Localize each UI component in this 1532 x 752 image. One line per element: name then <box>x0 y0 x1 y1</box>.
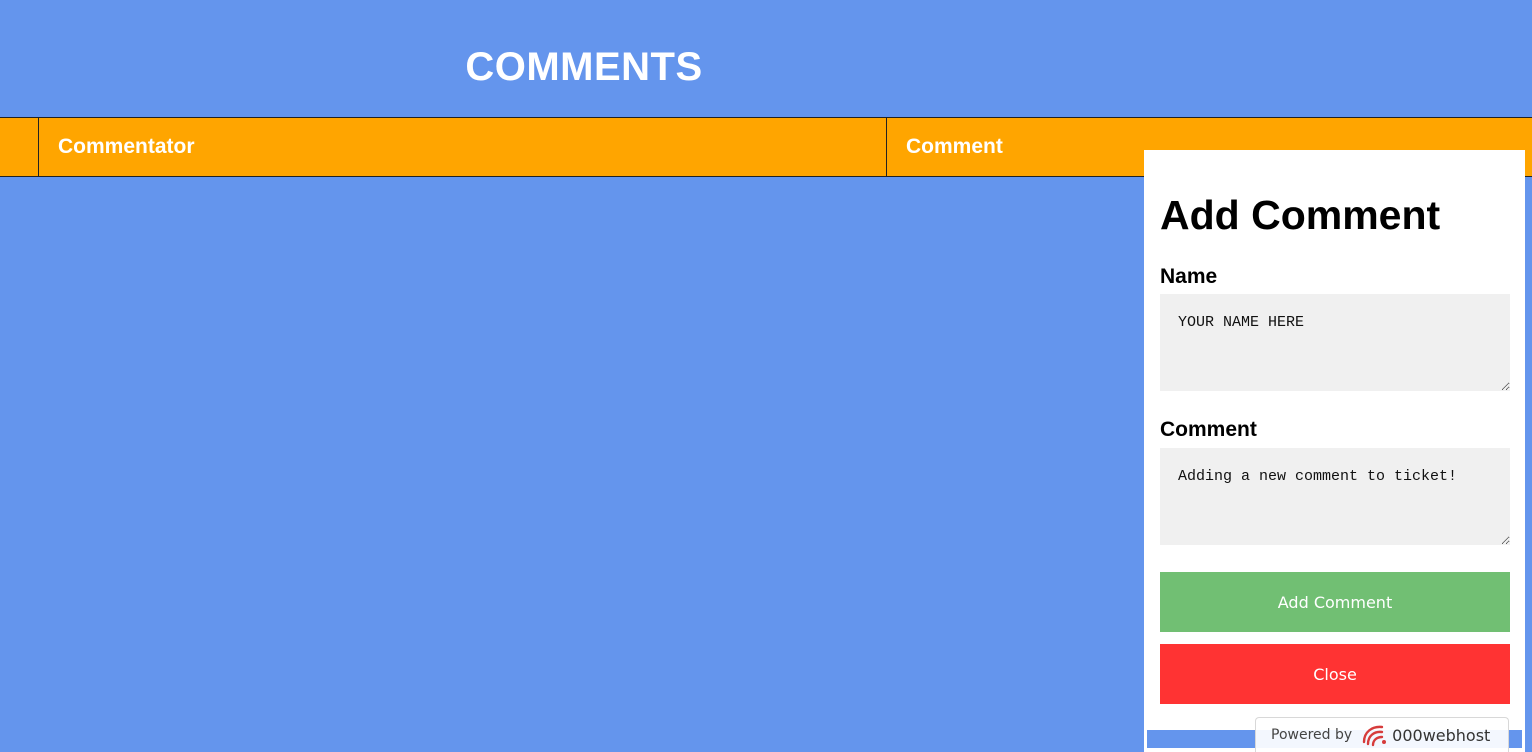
comment-label: Comment <box>1160 418 1257 441</box>
000webhost-brand: 000webhost <box>1392 725 1491 745</box>
comments-page: COMMENTS Commentator Comment Add Comment… <box>0 0 1532 752</box>
header-cell-index <box>0 118 39 176</box>
name-label: Name <box>1160 265 1218 288</box>
close-button[interactable]: Close <box>1160 644 1510 704</box>
add-comment-button[interactable]: Add Comment <box>1160 572 1510 632</box>
powered-by-label: Powered by <box>1271 727 1353 743</box>
page-title: COMMENTS <box>465 45 703 89</box>
add-comment-modal: Add Comment Name YOUR NAME HERE Comment … <box>1144 150 1525 752</box>
powered-by-badge[interactable]: Powered by 000webhost <box>1255 717 1509 752</box>
comment-field[interactable]: Adding a new comment to ticket! <box>1160 448 1510 545</box>
name-field[interactable]: YOUR NAME HERE <box>1160 294 1510 391</box>
000webhost-logo-icon <box>1362 725 1387 747</box>
modal-title: Add Comment <box>1160 192 1441 238</box>
header-cell-commentator: Commentator <box>39 118 887 176</box>
